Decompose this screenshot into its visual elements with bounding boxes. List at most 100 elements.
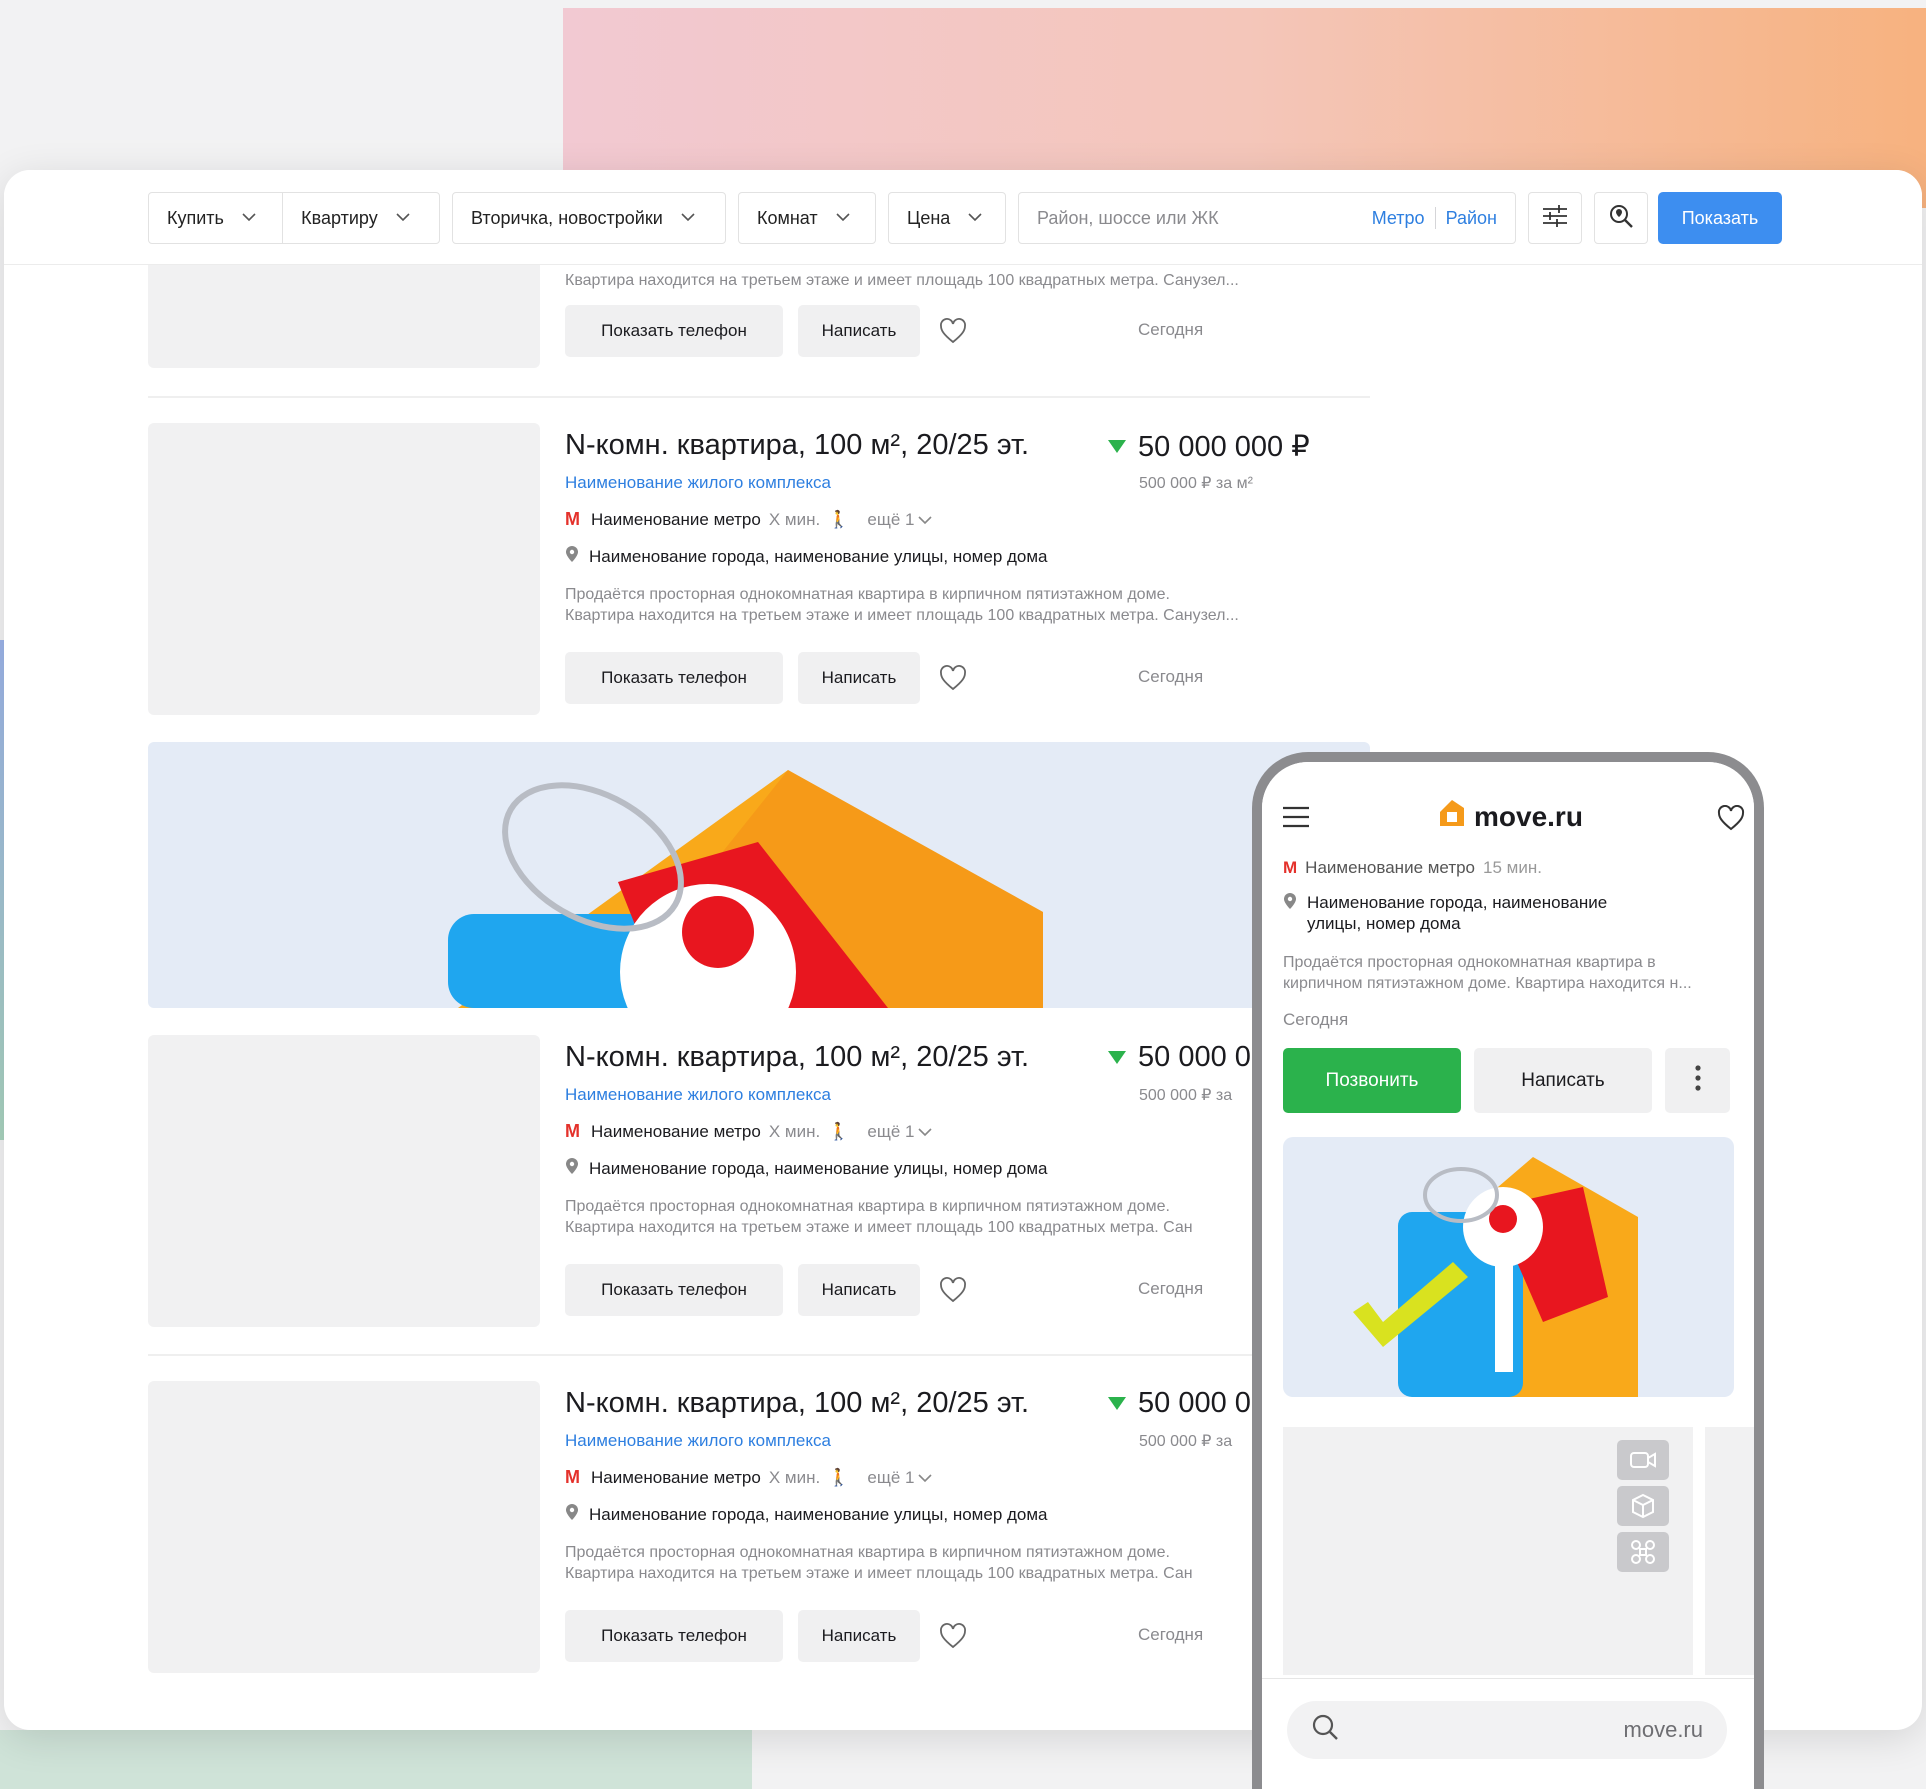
heart-icon[interactable] [938, 1621, 968, 1651]
deal-dropdown[interactable]: Купить [149, 193, 282, 243]
mobile-promo-banner[interactable] [1283, 1137, 1734, 1397]
object-label: Квартиру [301, 207, 378, 228]
listing-description: Продаётся просторная однокомнатная кварт… [565, 1198, 1193, 1236]
price-down-icon [1108, 1051, 1126, 1064]
write-button[interactable]: Написать [798, 652, 920, 704]
write-button[interactable]: Написать [1474, 1048, 1652, 1113]
location-pin-icon [565, 545, 579, 568]
heart-icon[interactable] [1717, 804, 1745, 836]
metro-time: Х мин. [768, 509, 821, 529]
location-pin-icon [565, 1157, 579, 1180]
drone-icon[interactable] [1617, 1532, 1669, 1572]
address-row: Наименование города, наименование улицы,… [565, 545, 1048, 568]
listing-photo[interactable] [148, 1381, 540, 1673]
map-search-button[interactable] [1594, 192, 1648, 244]
heart-icon[interactable] [938, 663, 968, 693]
move-logo[interactable]: move.ru [1438, 798, 1583, 835]
hamburger-icon[interactable] [1282, 806, 1310, 833]
write-button[interactable]: Написать [798, 305, 920, 357]
more-metro-toggle[interactable]: ещё 1 [867, 1468, 933, 1488]
price-dropdown[interactable]: Цена [888, 192, 1006, 244]
filters-button[interactable] [1528, 192, 1582, 244]
more-metro-toggle[interactable]: ещё 1 [867, 510, 933, 530]
heart-icon[interactable] [938, 316, 968, 346]
metro-name: Наименование метро [591, 1121, 761, 1141]
mobile-phone-mockup: move.ru M Наименование метро 15 мин. Наи… [1252, 752, 1764, 1789]
write-button[interactable]: Написать [798, 1610, 920, 1662]
mobile-description: Продаётся просторная однокомнатная кварт… [1283, 954, 1692, 992]
market-dropdown[interactable]: Вторичка, новостройки [452, 192, 726, 244]
call-button[interactable]: Позвонить [1283, 1048, 1461, 1113]
listing-date: Сегодня [1138, 667, 1204, 686]
metro-icon: M [565, 1467, 580, 1487]
deal-object-group: Купить Квартиру [148, 192, 440, 244]
listing-photo[interactable] [148, 423, 540, 715]
complex-link[interactable]: Наименование жилого комплекса [565, 1085, 831, 1105]
write-button[interactable]: Написать [798, 1264, 920, 1316]
address-row: Наименование города, наименование улицы,… [565, 1157, 1048, 1180]
house-logo-icon [1438, 798, 1466, 835]
metro-icon: M [565, 509, 580, 529]
address-text: Наименование города, наименование улицы,… [589, 546, 1048, 566]
link-separator [1434, 207, 1436, 229]
search-placeholder: Район, шоссе или ЖК [1037, 207, 1219, 228]
district-link[interactable]: Район [1446, 208, 1497, 229]
show-phone-button[interactable]: Показать телефон [565, 1264, 783, 1316]
metro-name: Наименование метро [591, 1467, 761, 1487]
metro-link[interactable]: Метро [1372, 208, 1425, 229]
price-down-icon [1108, 440, 1126, 453]
address-bar[interactable]: move.ru [1287, 1701, 1727, 1759]
show-phone-button[interactable]: Показать телефон [565, 652, 783, 704]
more-options-button[interactable] [1665, 1048, 1730, 1113]
listing-date: Сегодня [1138, 320, 1204, 339]
location-search-input[interactable]: Район, шоссе или ЖК Метро Район [1018, 192, 1516, 244]
heart-icon[interactable] [938, 1275, 968, 1305]
price-down-icon [1108, 1397, 1126, 1410]
listing-description: Продаётся просторная однокомнатная кварт… [565, 1544, 1193, 1582]
video-icon[interactable] [1617, 1440, 1669, 1480]
walk-icon: 🚶 [828, 1121, 850, 1141]
mobile-address: Наименование города, наименование улицы,… [1283, 892, 1607, 934]
listing-date: Сегодня [1138, 1279, 1204, 1298]
show-results-button[interactable]: Показать [1658, 192, 1782, 244]
price-label: Цена [907, 207, 951, 228]
listing-photo[interactable] [148, 1035, 540, 1327]
walk-icon: 🚶 [828, 1467, 850, 1487]
3d-tour-icon[interactable] [1617, 1486, 1669, 1526]
mobile-date: Сегодня [1283, 1010, 1349, 1029]
complex-link[interactable]: Наименование жилого комплекса [565, 1431, 831, 1451]
map-search-icon [1608, 203, 1634, 234]
address-text: Наименование города, наименование улицы,… [589, 1158, 1048, 1178]
listing-title[interactable]: N-комн. квартира, 100 м², 20/25 эт. [565, 429, 1029, 462]
walk-icon: 🚶 [828, 509, 850, 529]
complex-link[interactable]: Наименование жилого комплекса [565, 473, 831, 493]
sliders-icon [1541, 204, 1569, 233]
metro-icon: M [1283, 858, 1298, 877]
price-per-meter: 500 000 ₽ за м² [1139, 475, 1253, 492]
mobile-listing-photo-next[interactable] [1705, 1427, 1754, 1675]
market-label: Вторичка, новостройки [471, 207, 663, 228]
url-text: move.ru [1623, 1717, 1703, 1742]
deal-label: Купить [167, 207, 224, 228]
show-phone-button[interactable]: Показать телефон [565, 305, 783, 357]
chevron-down-icon [968, 212, 982, 224]
mobile-header: move.ru [1262, 762, 1754, 860]
metro-time: Х мин. [768, 1467, 821, 1487]
chevron-down-icon [242, 212, 256, 224]
chevron-down-icon [681, 212, 695, 224]
listing-title[interactable]: N-комн. квартира, 100 м², 20/25 эт. [565, 1041, 1029, 1074]
show-phone-button[interactable]: Показать телефон [565, 1610, 783, 1662]
object-dropdown[interactable]: Квартиру [282, 193, 439, 243]
location-pin-icon [565, 1503, 579, 1526]
metro-row: M Наименование метро Х мин. 🚶 ещё 1 [565, 1121, 933, 1142]
more-metro-toggle[interactable]: ещё 1 [867, 1122, 933, 1142]
mobile-browser-bar: move.ru [1262, 1678, 1754, 1789]
rooms-dropdown[interactable]: Комнат [738, 192, 876, 244]
listing-title[interactable]: N-комн. квартира, 100 м², 20/25 эт. [565, 1387, 1029, 1420]
listing-description: Квартира находится на третьем этаже и им… [565, 272, 1239, 289]
chevron-down-icon [836, 212, 850, 224]
listing-price: 50 000 000 ₽ [1108, 429, 1310, 464]
address-row: Наименование города, наименование улицы,… [565, 1503, 1048, 1526]
listing-description: Продаётся просторная однокомнатная кварт… [565, 586, 1239, 624]
promo-banner[interactable] [148, 742, 1370, 1008]
